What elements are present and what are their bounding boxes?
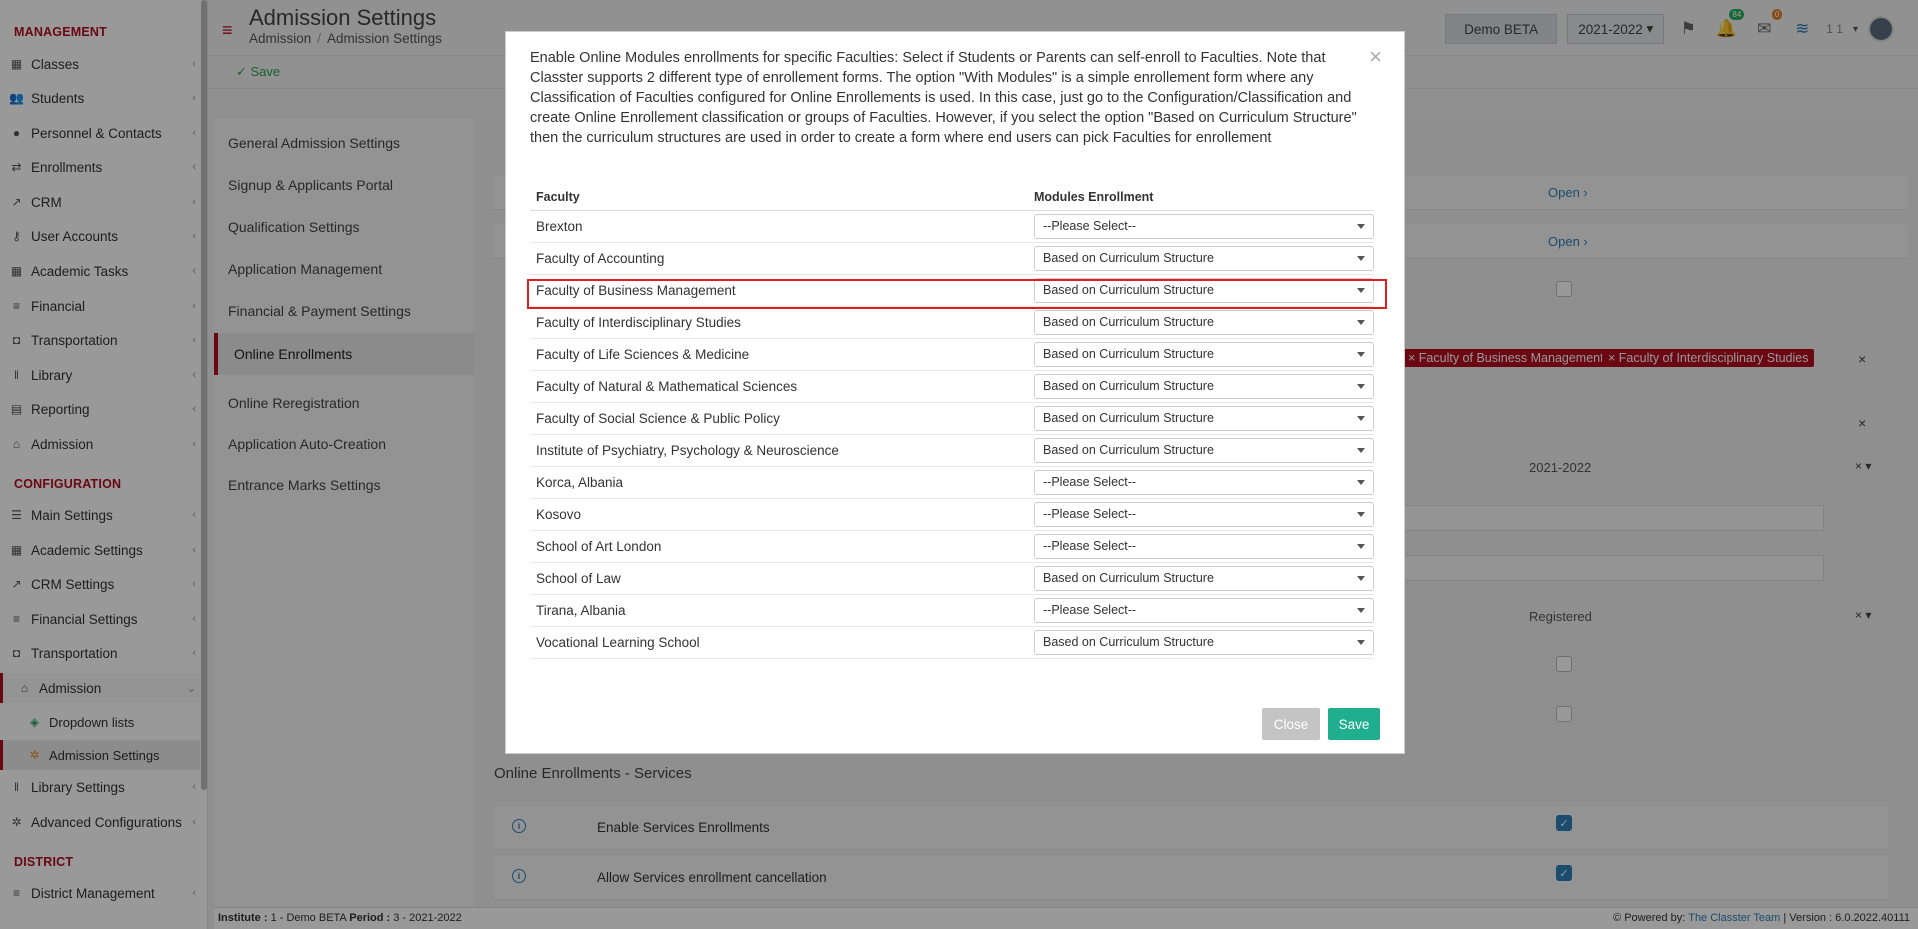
caret-down-icon bbox=[1357, 415, 1365, 421]
modules-enrollment-select[interactable]: Based on Curriculum Structure bbox=[1034, 341, 1374, 367]
faculty-name: Tirana, Albania bbox=[530, 594, 1028, 627]
col-faculty: Faculty bbox=[530, 184, 1028, 211]
modules-enrollment-select[interactable]: Based on Curriculum Structure bbox=[1034, 245, 1374, 271]
caret-down-icon bbox=[1357, 351, 1365, 357]
table-row: Vocational Learning School Based on Curri… bbox=[530, 626, 1374, 659]
caret-down-icon bbox=[1357, 223, 1365, 229]
select-value: --Please Select-- bbox=[1043, 603, 1137, 617]
select-value: --Please Select-- bbox=[1043, 539, 1137, 553]
faculty-name: Korca, Albania bbox=[530, 466, 1028, 499]
select-value: Based on Curriculum Structure bbox=[1043, 251, 1214, 265]
table-row: Institute of Psychiatry, Psychology & Ne… bbox=[530, 434, 1374, 467]
caret-down-icon bbox=[1357, 607, 1365, 613]
caret-down-icon bbox=[1357, 511, 1365, 517]
table-row: Faculty of Social Science & Public Polic… bbox=[530, 402, 1374, 435]
modules-enrollment-select[interactable]: Based on Curriculum Structure bbox=[1034, 565, 1374, 591]
enrollment-cell: --Please Select-- bbox=[1028, 530, 1374, 563]
enrollment-cell: --Please Select-- bbox=[1028, 210, 1374, 243]
table-row: Faculty of Life Sciences & Medicine Based… bbox=[530, 338, 1374, 371]
modules-enrollment-select[interactable]: --Please Select-- bbox=[1034, 501, 1374, 527]
close-button[interactable]: Close bbox=[1262, 708, 1320, 740]
enrollment-cell: Based on Curriculum Structure bbox=[1028, 370, 1374, 403]
caret-down-icon bbox=[1357, 383, 1365, 389]
select-value: Based on Curriculum Structure bbox=[1043, 379, 1214, 393]
faculty-name: Kosovo bbox=[530, 498, 1028, 531]
caret-down-icon bbox=[1357, 543, 1365, 549]
table-row: School of Law Based on Curriculum Structu… bbox=[530, 562, 1374, 595]
select-value: Based on Curriculum Structure bbox=[1043, 411, 1214, 425]
modules-enrollment-select[interactable]: --Please Select-- bbox=[1034, 597, 1374, 623]
save-button[interactable]: Save bbox=[1328, 708, 1380, 740]
select-value: Based on Curriculum Structure bbox=[1043, 347, 1214, 361]
table-row: Brexton --Please Select-- bbox=[530, 210, 1374, 243]
enrollment-cell: Based on Curriculum Structure bbox=[1028, 562, 1374, 595]
modules-enrollment-select[interactable]: Based on Curriculum Structure bbox=[1034, 373, 1374, 399]
modules-enrollment-select[interactable]: Based on Curriculum Structure bbox=[1034, 277, 1374, 303]
table-row: Faculty of Accounting Based on Curriculum… bbox=[530, 242, 1374, 275]
caret-down-icon bbox=[1357, 255, 1365, 261]
table-row: Faculty of Business Management Based on C… bbox=[530, 274, 1374, 307]
faculty-name: Brexton bbox=[530, 210, 1028, 243]
table-row: School of Art London --Please Select-- bbox=[530, 530, 1374, 563]
faculty-name: School of Law bbox=[530, 562, 1028, 595]
faculty-table-body: Brexton --Please Select-- Faculty of Accou… bbox=[530, 210, 1374, 659]
table-row: Korca, Albania --Please Select-- bbox=[530, 466, 1374, 499]
select-value: Based on Curriculum Structure bbox=[1043, 443, 1214, 457]
faculty-table: Faculty Modules Enrollment Brexton --Plea… bbox=[530, 184, 1374, 659]
faculty-enrollment-modal: × Enable Online Modules enrollments for … bbox=[505, 31, 1405, 754]
enrollment-cell: Based on Curriculum Structure bbox=[1028, 338, 1374, 371]
caret-down-icon bbox=[1357, 287, 1365, 293]
faculty-name: Faculty of Natural & Mathematical Scienc… bbox=[530, 370, 1028, 403]
caret-down-icon bbox=[1357, 447, 1365, 453]
close-icon[interactable]: × bbox=[1369, 46, 1382, 68]
table-row: Faculty of Interdisciplinary Studies Base… bbox=[530, 306, 1374, 339]
select-value: --Please Select-- bbox=[1043, 475, 1137, 489]
table-header-row: Faculty Modules Enrollment bbox=[530, 184, 1374, 211]
enrollment-cell: Based on Curriculum Structure bbox=[1028, 242, 1374, 275]
faculty-name: Faculty of Business Management bbox=[530, 274, 1028, 307]
faculty-name: Faculty of Life Sciences & Medicine bbox=[530, 338, 1028, 371]
enrollment-cell: --Please Select-- bbox=[1028, 498, 1374, 531]
modules-enrollment-select[interactable]: --Please Select-- bbox=[1034, 533, 1374, 559]
col-modules-enrollment: Modules Enrollment bbox=[1028, 184, 1374, 211]
modules-enrollment-select[interactable]: Based on Curriculum Structure bbox=[1034, 309, 1374, 335]
select-value: Based on Curriculum Structure bbox=[1043, 571, 1214, 585]
faculty-name: Faculty of Interdisciplinary Studies bbox=[530, 306, 1028, 339]
modules-enrollment-select[interactable]: Based on Curriculum Structure bbox=[1034, 629, 1374, 655]
enrollment-cell: Based on Curriculum Structure bbox=[1028, 434, 1374, 467]
modules-enrollment-select[interactable]: --Please Select-- bbox=[1034, 213, 1374, 239]
modal-description: Enable Online Modules enrollments for sp… bbox=[530, 50, 1357, 146]
enrollment-cell: Based on Curriculum Structure bbox=[1028, 306, 1374, 339]
caret-down-icon bbox=[1357, 639, 1365, 645]
table-row: Faculty of Natural & Mathematical Scienc… bbox=[530, 370, 1374, 403]
select-value: Based on Curriculum Structure bbox=[1043, 635, 1214, 649]
modules-enrollment-select[interactable]: --Please Select-- bbox=[1034, 469, 1374, 495]
caret-down-icon bbox=[1357, 575, 1365, 581]
enrollment-cell: --Please Select-- bbox=[1028, 594, 1374, 627]
table-row: Tirana, Albania --Please Select-- bbox=[530, 594, 1374, 627]
select-value: --Please Select-- bbox=[1043, 507, 1137, 521]
enrollment-cell: --Please Select-- bbox=[1028, 466, 1374, 499]
caret-down-icon bbox=[1357, 479, 1365, 485]
faculty-name: School of Art London bbox=[530, 530, 1028, 563]
enrollment-cell: Based on Curriculum Structure bbox=[1028, 274, 1374, 307]
modules-enrollment-select[interactable]: Based on Curriculum Structure bbox=[1034, 437, 1374, 463]
faculty-name: Institute of Psychiatry, Psychology & Ne… bbox=[530, 434, 1028, 467]
faculty-name: Faculty of Accounting bbox=[530, 242, 1028, 275]
caret-down-icon bbox=[1357, 319, 1365, 325]
enrollment-cell: Based on Curriculum Structure bbox=[1028, 402, 1374, 435]
faculty-name: Faculty of Social Science & Public Polic… bbox=[530, 402, 1028, 435]
select-value: --Please Select-- bbox=[1043, 219, 1137, 233]
select-value: Based on Curriculum Structure bbox=[1043, 315, 1214, 329]
modules-enrollment-select[interactable]: Based on Curriculum Structure bbox=[1034, 405, 1374, 431]
faculty-name: Vocational Learning School bbox=[530, 626, 1028, 659]
table-row: Kosovo --Please Select-- bbox=[530, 498, 1374, 531]
select-value: Based on Curriculum Structure bbox=[1043, 283, 1214, 297]
enrollment-cell: Based on Curriculum Structure bbox=[1028, 626, 1374, 659]
